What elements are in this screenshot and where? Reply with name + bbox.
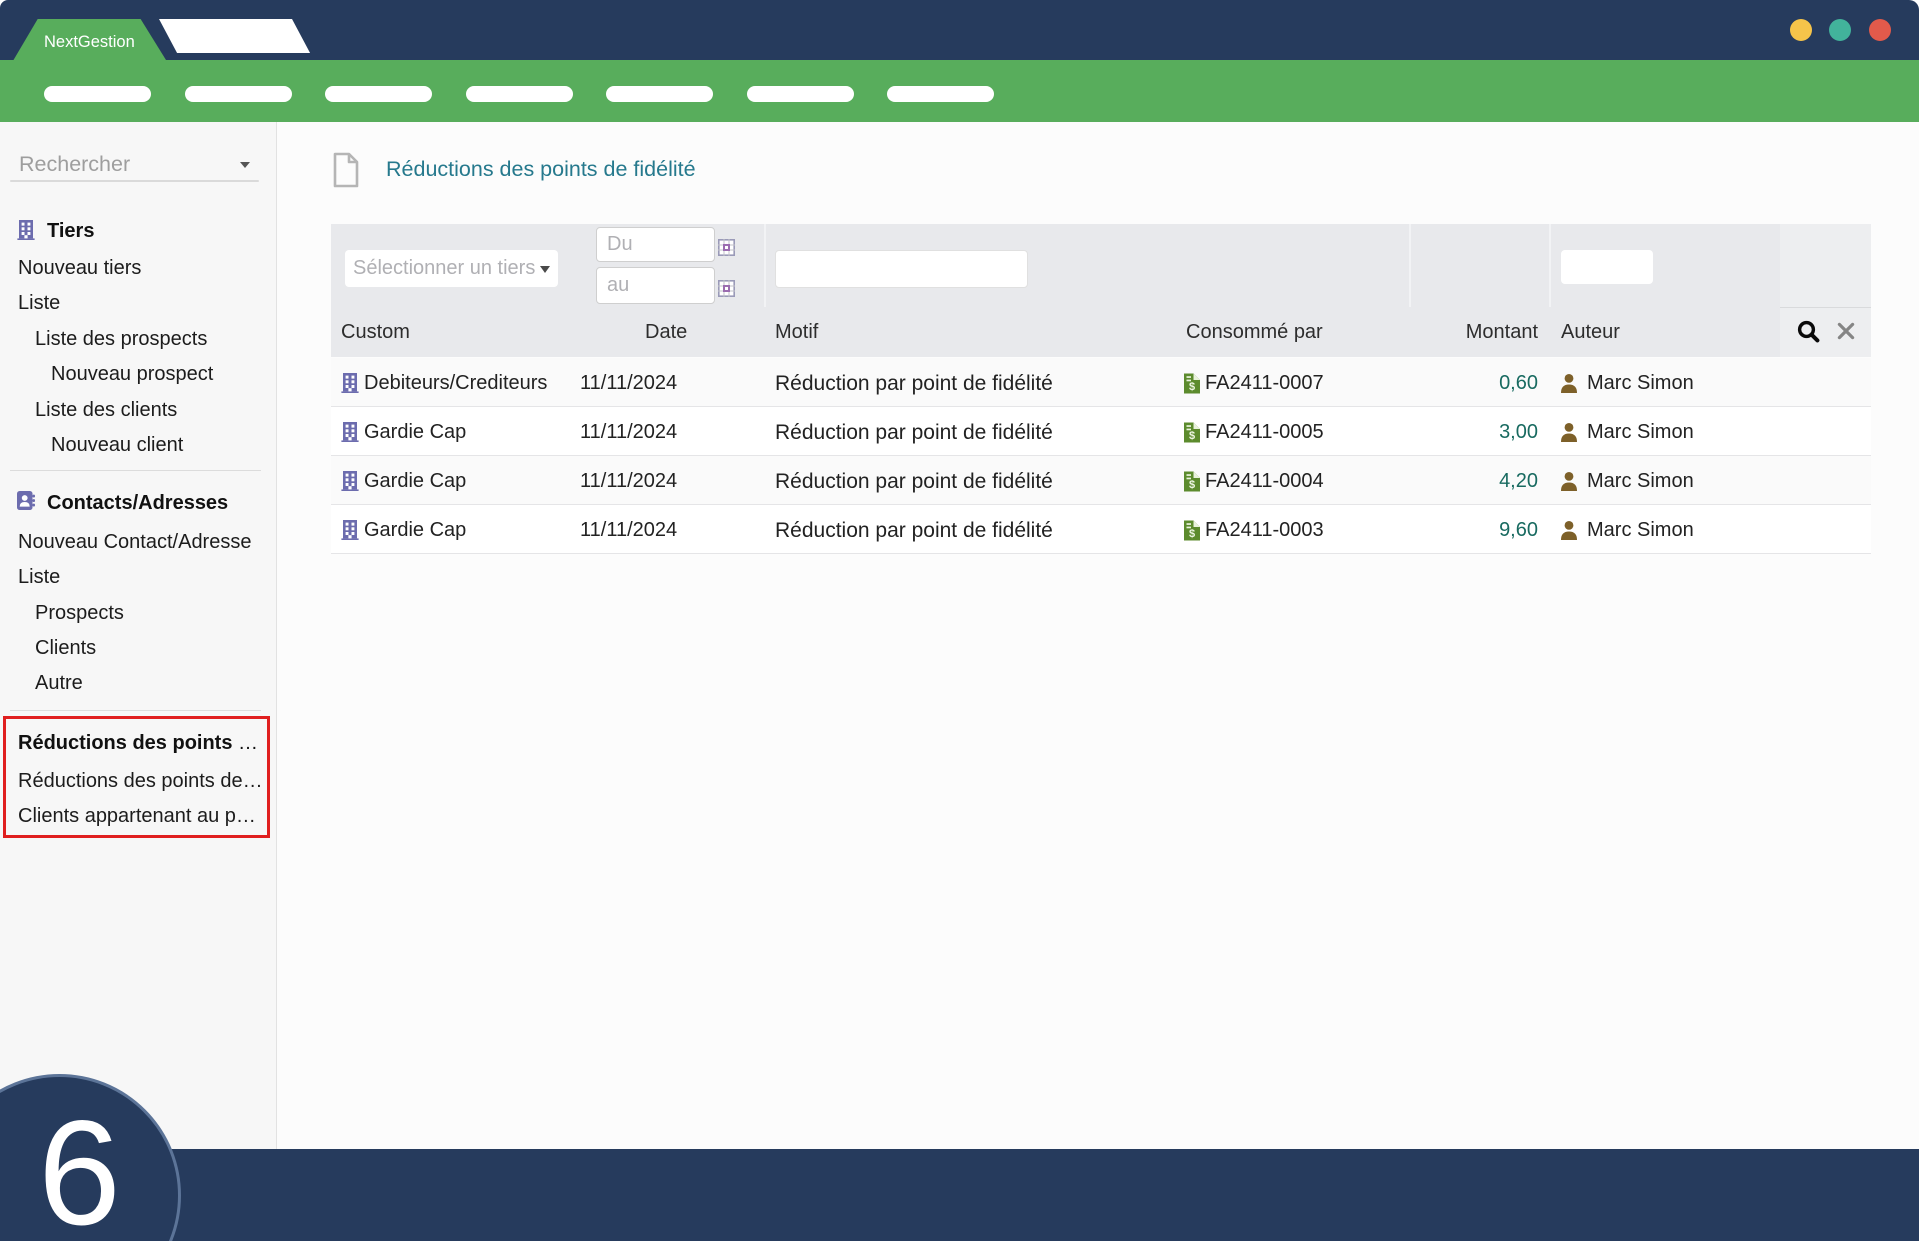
svg-text:$: $ — [1189, 479, 1195, 491]
svg-text:$: $ — [1189, 430, 1195, 442]
svg-text:$: $ — [1189, 381, 1195, 393]
svg-text:$: $ — [1189, 528, 1195, 540]
